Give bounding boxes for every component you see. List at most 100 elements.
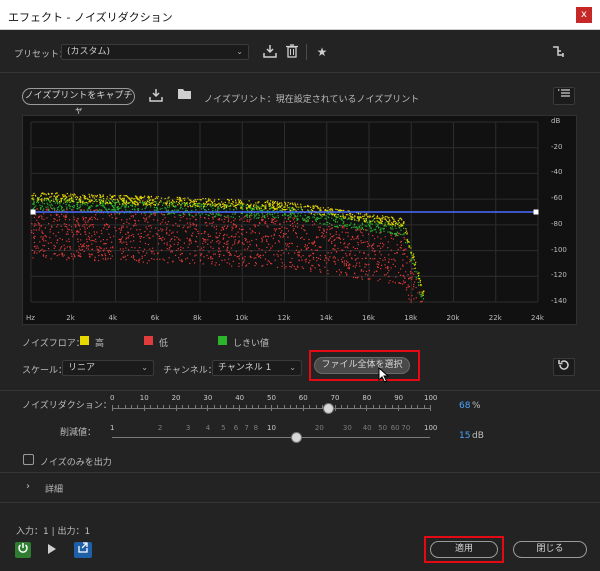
noise-floor-threshold-point (379, 229, 381, 231)
noise-floor-high-point (223, 205, 225, 207)
noise-floor-high-point (118, 195, 120, 197)
noise-floor-threshold-point (254, 215, 256, 217)
noise-floor-threshold-point (196, 202, 199, 205)
select-entire-file-button[interactable]: ファイル全体を選択 (314, 357, 410, 374)
load-noise-print-icon[interactable] (148, 88, 164, 104)
noise-floor-low-point (223, 234, 225, 237)
noise-floor-high-point (222, 203, 224, 205)
noise-reduction-tick (423, 405, 425, 408)
save-preset-icon[interactable] (262, 44, 278, 60)
noise-floor-low-point (295, 268, 297, 270)
close-window-button[interactable]: x (576, 7, 592, 23)
noise-floor-threshold-point (50, 203, 52, 205)
noise-floor-low-point (77, 218, 79, 220)
io-status: 入力：1 | 出力：1 (16, 527, 91, 537)
noise-floor-high-point (214, 199, 216, 201)
noise-floor-low-point (368, 269, 371, 272)
output-noise-only-checkbox[interactable] (23, 454, 34, 465)
loop-icon[interactable] (74, 542, 92, 558)
advanced-label[interactable]: 詳細 (45, 482, 63, 495)
noise-floor-low-point (98, 246, 101, 248)
noise-floor-high-point (264, 201, 266, 204)
noise-floor-high-point (264, 207, 266, 209)
noise-floor-threshold-point (284, 214, 286, 216)
noise-floor-low-point (240, 229, 243, 231)
noise-floor-low-point (267, 226, 269, 228)
noise-reduction-value[interactable]: 68 (459, 401, 470, 411)
close-button[interactable]: 閉じる (513, 541, 587, 558)
noise-floor-low-point (306, 232, 308, 235)
noise-floor-threshold-point (288, 206, 291, 208)
noise-floor-low-point (167, 262, 169, 264)
noise-floor-low-point (214, 264, 216, 266)
play-icon[interactable] (44, 542, 60, 558)
noise-floor-high-point (146, 200, 148, 202)
noise-floor-low-point (61, 229, 63, 231)
noise-floor-low-point (365, 270, 368, 272)
power-icon[interactable] (15, 542, 31, 558)
noise-floor-threshold-point (186, 203, 188, 205)
noise-floor-low-point (323, 229, 325, 231)
scale-dropdown[interactable]: リニア ⌄ (62, 360, 154, 376)
curve-handle[interactable] (533, 209, 539, 215)
chevron-right-icon[interactable]: › (26, 481, 30, 492)
noise-floor-low-point (318, 226, 320, 228)
channel-dropdown[interactable]: チャンネル 1 ⌄ (212, 360, 302, 376)
noise-floor-threshold-point (272, 209, 274, 212)
noise-floor-low-point (393, 258, 395, 260)
noise-floor-low-point (279, 227, 281, 230)
noise-floor-high-point (68, 195, 70, 197)
reduce-by-value[interactable]: 15 (459, 431, 470, 441)
noise-floor-low-point (162, 214, 164, 216)
curve-handle[interactable] (30, 209, 36, 215)
noise-floor-low-point (144, 242, 147, 245)
delete-preset-icon[interactable] (284, 44, 300, 60)
capture-noise-print-button[interactable]: ノイズプリントをキャプチャ (22, 88, 135, 116)
noise-floor-high-point (386, 216, 388, 218)
noise-floor-low-point (146, 235, 148, 237)
noise-floor-high-point (313, 206, 315, 208)
graph-menu-icon[interactable] (553, 87, 575, 105)
reduce-by-thumb[interactable] (291, 432, 302, 443)
noise-floor-high-point (342, 213, 344, 215)
noise-floor-low-point (48, 223, 50, 225)
reduce-by-label: 削減値： (60, 428, 97, 438)
noise-floor-low-point (227, 251, 229, 254)
noise-floor-low-point (166, 227, 168, 229)
noise-floor-low-point (297, 251, 299, 254)
noise-floor-low-point (255, 238, 257, 241)
noise-floor-threshold-point (420, 296, 422, 298)
noise-floor-low-point (238, 255, 241, 257)
preset-dropdown[interactable]: (カスタム) ⌄ (61, 44, 249, 60)
noise-floor-high-point (160, 200, 162, 202)
noise-floor-low-point (171, 232, 173, 234)
noise-floor-high-point (186, 202, 188, 204)
favorite-star-icon[interactable]: ★ (314, 44, 330, 60)
routing-icon[interactable] (550, 44, 566, 60)
noise-floor-low-point (166, 248, 168, 250)
low-swatch (144, 336, 153, 345)
noise-floor-low-point (67, 256, 69, 259)
noise-floor-low-point (232, 227, 234, 229)
noise-floor-low-point (280, 254, 282, 256)
noise-floor-low-point (357, 238, 359, 240)
noise-floor-high-point (317, 207, 319, 209)
noise-floor-threshold-point (329, 222, 331, 225)
noise-floor-low-point (139, 235, 141, 238)
apply-button[interactable]: 適用 (430, 541, 498, 558)
noise-floor-threshold-point (334, 225, 336, 228)
reduce-by-track[interactable] (112, 437, 430, 438)
noise-floor-low-point (103, 248, 105, 250)
noise-floor-low-point (172, 231, 174, 233)
noise-floor-low-point (118, 228, 120, 230)
noise-spectrum-graph[interactable] (22, 115, 577, 325)
folder-icon[interactable] (176, 88, 192, 104)
noise-floor-low-point (332, 257, 334, 259)
noise-reduction-thumb[interactable] (322, 403, 334, 414)
noise-floor-threshold-point (125, 209, 127, 211)
noise-floor-high-point (239, 199, 242, 201)
noise-floor-low-point (195, 236, 198, 238)
reset-icon[interactable] (553, 358, 575, 376)
noise-reduction-scale-label: 80 (362, 394, 372, 402)
output-noise-only-label[interactable]: ノイズのみを出力 (40, 455, 112, 468)
